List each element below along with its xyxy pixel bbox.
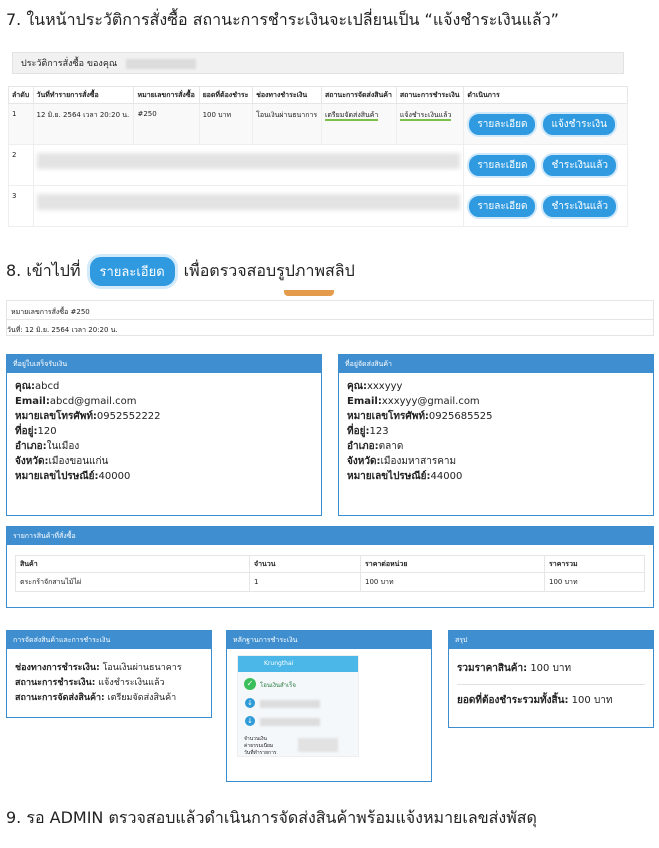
blurred-row bbox=[36, 153, 461, 169]
table-row: 3 รายละเอียด ชำระเงินแล้ว bbox=[8, 185, 628, 227]
col-order: หมายเลขการสั่งซื้อ bbox=[133, 86, 200, 104]
paid-button[interactable]: ชำระเงินแล้ว bbox=[541, 193, 618, 219]
col-amount: ยอดที่ต้องชำระ bbox=[198, 86, 254, 104]
col-date: วันที่ทำรายการสั่งซื้อ bbox=[32, 86, 135, 104]
row-date: 12 มิ.ย. 2564 เวลา 20:20 น. bbox=[32, 103, 135, 145]
row-channel: โอนเงินผ่านธนาการ bbox=[252, 103, 322, 145]
ordered-items-panel: รายการสินค้าที่สั่งซื้อ สินค้า จำนวน ราค… bbox=[6, 526, 654, 608]
slip-image[interactable]: Krungthai ✓ โอนเงินสำเร็จ ↓ ↓ จำนวนเงิน … bbox=[237, 655, 359, 757]
panel-title: ที่อยู่จัดส่งสินค้า bbox=[339, 355, 653, 373]
payment-info-panel: การจัดส่งสินค้าและการชำระเงิน ช่องทางการ… bbox=[6, 630, 212, 718]
col-pay: สถานะการชำระเงิน bbox=[395, 86, 465, 104]
order-history-title: ประวัติการสั่งซื้อ ของคุณ bbox=[21, 59, 118, 69]
col-no: ลำดับ bbox=[8, 86, 34, 104]
order-number: หมายเลขการสั่งซื้อ #250 bbox=[11, 308, 90, 316]
row-no: 3 bbox=[8, 185, 34, 227]
panel-title: หลักฐานการชำระเงิน bbox=[227, 631, 431, 649]
shipping-address-panel: ที่อยู่จัดส่งสินค้า คุณ:xxxyyy Email:xxx… bbox=[338, 354, 654, 516]
row-no: 2 bbox=[8, 144, 34, 186]
table-row: 1 12 มิ.ย. 2564 เวลา 20:20 น. #250 100 บ… bbox=[8, 103, 628, 145]
panel-title: ที่อยู่ใบเสร็จรับเงิน bbox=[7, 355, 321, 373]
blurred-row bbox=[36, 194, 461, 210]
order-detail-header: หมายเลขการสั่งซื้อ #250 วันที่: 12 มิ.ย.… bbox=[6, 300, 654, 336]
row-order: #250 bbox=[133, 103, 200, 145]
step-7-text: 7. ในหน้าประวัติการสั่งซื้อ สถานะการชำระ… bbox=[6, 10, 559, 29]
arrow-down-icon: ↓ bbox=[245, 716, 255, 726]
detail-button[interactable]: รายละเอียด bbox=[467, 193, 538, 219]
step-9-text: 9. รอ ADMIN ตรวจสอบแล้วดำเนินการจัดส่งสิ… bbox=[6, 808, 537, 827]
blurred-username bbox=[126, 58, 197, 69]
items-table: สินค้า จำนวน ราคาต่อหน่วย ราคารวม ตระกร้… bbox=[15, 555, 645, 592]
panel-title: รายการสินค้าที่สั่งซื้อ bbox=[7, 527, 653, 545]
billing-address-panel: ที่อยู่ใบเสร็จรับเงิน คุณ:abcd Email:abc… bbox=[6, 354, 322, 516]
order-date: วันที่: 12 มิ.ย. 2564 เวลา 20:20 น. bbox=[7, 326, 118, 334]
col-ship: สถานะการจัดส่งสินค้า bbox=[320, 86, 397, 104]
panel-title: สรุป bbox=[449, 631, 653, 649]
table-row: ตระกร้าจักสานไม้ไผ่ 1 100 บาท 100 บาท bbox=[15, 572, 645, 592]
col-channel: ช่องทางชำระเงิน bbox=[252, 86, 322, 104]
orange-tab-indicator bbox=[284, 290, 334, 296]
row-no: 1 bbox=[8, 103, 34, 145]
detail-button[interactable]: รายละเอียด bbox=[467, 111, 538, 137]
order-history-table: ลำดับ วันที่ทำรายการสั่งซื้อ หมายเลขการส… bbox=[8, 86, 628, 227]
row-ship-status: เตรียมจัดส่งสินค้า bbox=[324, 111, 379, 121]
check-icon: ✓ bbox=[244, 678, 256, 690]
panel-title: การจัดส่งสินค้าและการชำระเงิน bbox=[7, 631, 211, 649]
order-history-screenshot: ประวัติการสั่งซื้อ ของคุณ ลำดับ วันที่ทำ… bbox=[8, 48, 628, 228]
bank-logo: Krungthai bbox=[238, 656, 358, 672]
step-8-line: 8. เข้าไปที่ รายละเอียด เพื่อตรวจสอบรูปภ… bbox=[6, 254, 355, 289]
arrow-down-icon: ↓ bbox=[245, 698, 255, 708]
row-pay-status: แจ้งชำระเงินแล้ว bbox=[399, 111, 452, 121]
paid-button[interactable]: ชำระเงินแล้ว bbox=[541, 152, 618, 178]
detail-button-illustration[interactable]: รายละเอียด bbox=[86, 254, 178, 289]
payment-proof-panel: หลักฐานการชำระเงิน Krungthai ✓ โอนเงินสำ… bbox=[226, 630, 432, 782]
summary-panel: สรุป รวมราคาสินค้า: 100 บาท ยอดที่ต้องชำ… bbox=[448, 630, 654, 728]
step-8-prefix: 8. เข้าไปที่ bbox=[6, 261, 81, 280]
step-8-suffix: เพื่อตรวจสอบรูปภาพสลิป bbox=[183, 261, 355, 280]
detail-button[interactable]: รายละเอียด bbox=[467, 152, 538, 178]
order-history-header: ประวัติการสั่งซื้อ ของคุณ bbox=[12, 52, 624, 74]
table-row: 2 รายละเอียด ชำระเงินแล้ว bbox=[8, 144, 628, 186]
notify-payment-button[interactable]: แจ้งชำระเงิน bbox=[541, 111, 617, 137]
row-amount: 100 บาท bbox=[198, 103, 254, 145]
col-action: ดำเนินการ bbox=[463, 86, 628, 104]
